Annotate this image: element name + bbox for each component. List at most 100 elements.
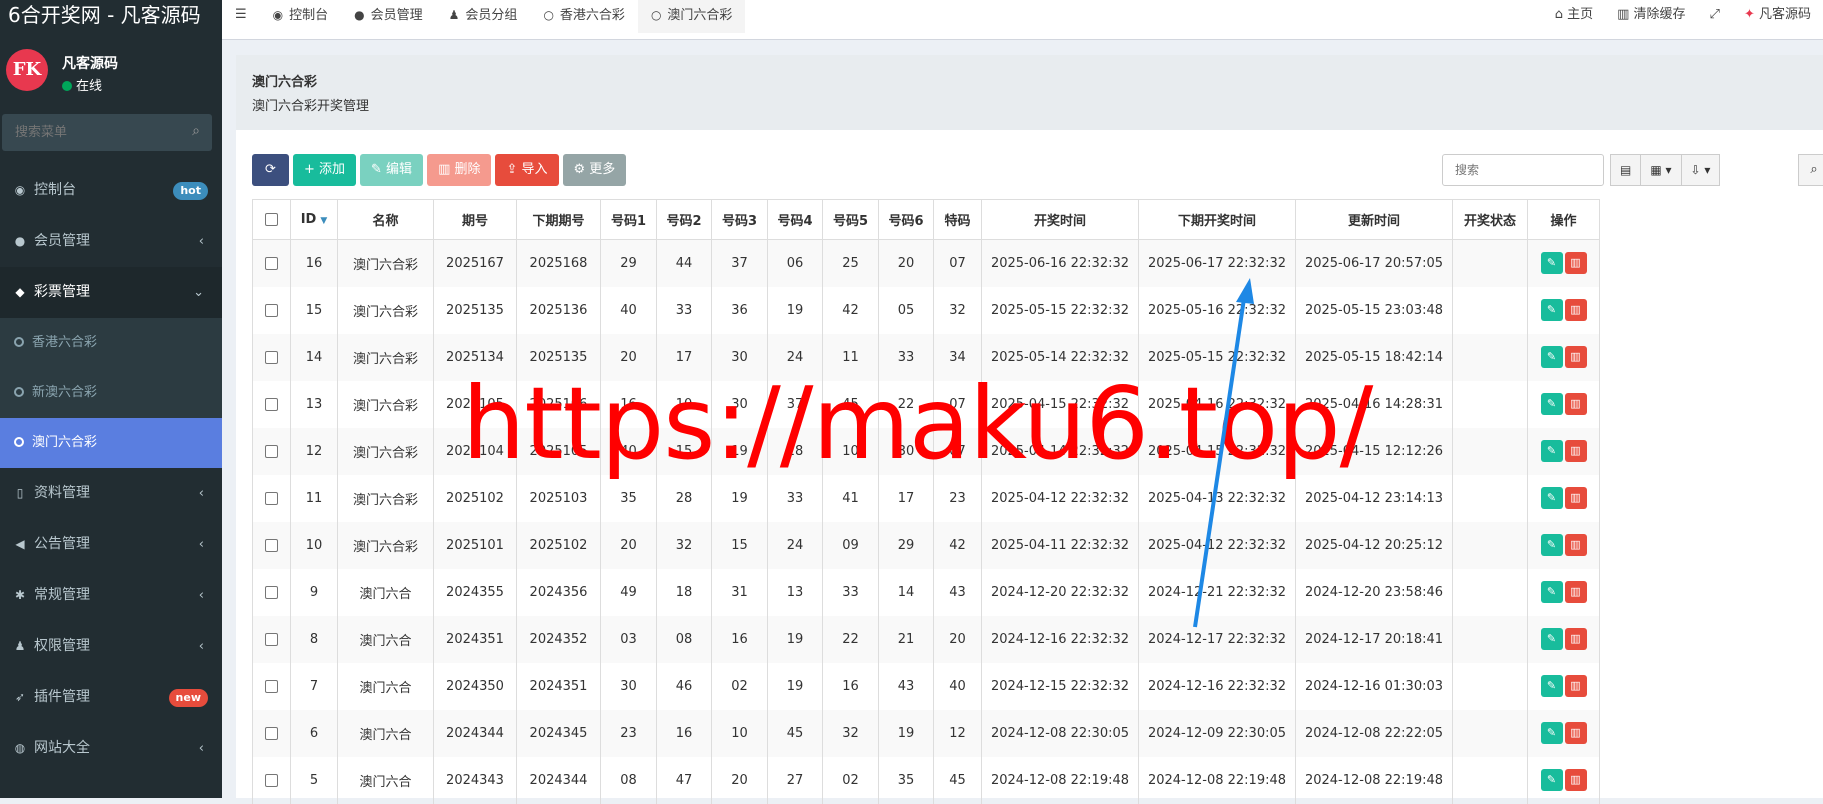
table-cell: 2025-05-16 22:32:32 [1138,286,1296,334]
row-delete-button[interactable]: ▥ [1564,487,1587,509]
table-search-input[interactable] [1443,155,1603,185]
row-delete-button[interactable]: ▥ [1564,769,1587,791]
column-header[interactable]: 下期期号 [516,199,601,240]
sidebar-item-6[interactable]: ♟ 权限管理 ‹ [0,621,222,672]
select-all-checkbox[interactable] [265,213,278,226]
row-checkbox[interactable] [265,726,278,740]
row-delete-button[interactable]: ▥ [1564,534,1587,556]
sidebar-item-7[interactable]: ➶ 插件管理 new [0,672,222,723]
table-cell: 2025105 [433,380,517,428]
row-edit-button[interactable]: ✎ [1540,393,1563,415]
row-edit-button[interactable]: ✎ [1540,487,1563,509]
advanced-search-button[interactable]: ⌕ [1798,154,1823,186]
toggle-view-button[interactable]: ▤ [1610,154,1642,186]
row-delete-button[interactable]: ▥ [1564,440,1587,462]
topnav-right-2[interactable]: ⤢ [1698,0,1732,33]
topnav-right-0[interactable]: ⌂ 主页 [1543,0,1605,33]
column-header[interactable]: 操作 [1527,199,1600,240]
submenu-item-0[interactable]: 香港六合彩 [0,318,222,368]
row-delete-button[interactable]: ▥ [1564,252,1587,275]
row-checkbox[interactable] [265,256,278,270]
sidebar-item-0[interactable]: ◉ 控制台 hot [0,165,222,216]
tab-1[interactable]: ● 会员管理 [341,0,436,33]
column-header[interactable]: ID ▼ [290,199,338,240]
topnav-right-1[interactable]: ▥ 清除缓存 [1605,0,1697,33]
submenu-item-2[interactable]: 澳门六合彩 [0,418,222,468]
row-checkbox[interactable] [265,632,278,646]
column-header[interactable]: 号码4 [767,199,823,240]
app-brand[interactable]: 6合开奖网 - 凡客源码 [0,0,222,33]
column-header[interactable]: 特码 [933,199,982,240]
tab-4[interactable]: ○ 澳门六合彩 [637,0,746,33]
row-edit-button[interactable]: ✎ [1540,346,1563,368]
row-checkbox[interactable] [265,491,278,505]
row-checkbox[interactable] [265,350,278,364]
column-header[interactable]: 号码1 [600,199,657,240]
column-header[interactable]: 期号 [433,199,517,240]
row-edit-button[interactable]: ✎ [1540,440,1563,462]
column-header-label: 号码4 [777,214,813,229]
row-edit-button[interactable]: ✎ [1540,675,1563,697]
sidebar-item-4[interactable]: ◀ 公告管理 ‹ [0,519,222,570]
row-delete-button[interactable]: ▥ [1564,299,1587,321]
export-dropdown-button[interactable]: ⇩ ▾ [1680,154,1721,186]
tab-3[interactable]: ○ 香港六合彩 [530,0,638,33]
refresh-button[interactable]: ⟳ [252,154,289,186]
column-header[interactable]: 号码6 [878,199,934,240]
delete-button[interactable]: ▥ 删除 [427,154,492,186]
column-header[interactable]: 开奖状态 [1452,199,1528,240]
row-edit-button[interactable]: ✎ [1540,581,1563,603]
row-delete-button[interactable]: ▥ [1564,722,1587,744]
home-icon: ⌂ [1554,7,1568,22]
tab-2[interactable]: ♟ 会员分组 [436,0,531,33]
sidebar-item-2[interactable]: ◆ 彩票管理 ⌄ [0,267,222,318]
row-delete-button[interactable]: ▥ [1564,581,1587,603]
tab-0[interactable]: ◉ 控制台 [260,0,342,33]
sidebar-item-5[interactable]: ✱ 常规管理 ‹ [0,570,222,621]
row-edit-button[interactable]: ✎ [1540,628,1563,650]
row-delete-button[interactable]: ▥ [1564,628,1587,650]
lottery-table: ID ▼ 名称 期号 下期期号 号码1 号码2 号码3 号码4 号码5 号码6 特码 开奖时间 下期开奖时… [252,199,1600,804]
row-edit-button[interactable]: ✎ [1540,722,1563,744]
sidebar-item-1[interactable]: ● 会员管理 ‹ [0,216,222,267]
column-header[interactable]: 号码5 [822,199,879,240]
row-checkbox[interactable] [265,303,278,317]
row-delete-button[interactable]: ▥ [1564,346,1587,368]
circle-icon: ○ [543,8,554,22]
row-checkbox[interactable] [265,679,278,693]
columns-dropdown-button[interactable]: ▦ ▾ [1640,154,1682,186]
submenu-item-1[interactable]: 新澳六合彩 [0,368,222,418]
row-edit-button[interactable]: ✎ [1540,769,1563,791]
column-header[interactable]: 号码3 [711,199,768,240]
column-header[interactable]: 下期开奖时间 [1138,199,1296,240]
row-checkbox[interactable] [265,397,278,411]
column-header[interactable]: 号码2 [656,199,712,240]
row-delete-button[interactable]: ▥ [1564,675,1587,697]
edit-button[interactable]: ✎ 编辑 [360,154,424,186]
row-checkbox[interactable] [265,444,278,458]
column-header[interactable]: 更新时间 [1295,199,1453,240]
search-icon[interactable]: ⌕ [192,123,200,139]
sidebar-item-8[interactable]: ◍ 网站大全 ‹ [0,723,222,774]
column-header[interactable]: 开奖时间 [981,199,1139,240]
sort-desc-icon[interactable]: ▼ [320,216,327,226]
row-edit-button[interactable]: ✎ [1540,299,1563,321]
row-edit-button[interactable]: ✎ [1540,534,1563,556]
menu-toggle-icon[interactable]: ☰ [222,0,260,33]
row-delete-button[interactable]: ▥ [1564,393,1587,415]
actions-cell: ✎ ▥ [1527,615,1600,663]
menu-search-input[interactable] [2,114,212,151]
table-cell: 8 [290,615,338,663]
import-button[interactable]: ⇪ 导入 [495,154,559,186]
row-checkbox-cell [252,568,291,616]
row-edit-button[interactable]: ✎ [1540,252,1563,275]
row-checkbox[interactable] [265,538,278,552]
table-cell: 13 [290,380,338,428]
sidebar-item-3[interactable]: ▯ 资料管理 ‹ [0,468,222,519]
column-header[interactable]: 名称 [337,199,434,240]
row-checkbox[interactable] [265,773,278,787]
topnav-right-3[interactable]: ✦ 凡客源码 [1732,0,1823,33]
more-button[interactable]: ⚙ 更多 [562,154,627,186]
row-checkbox[interactable] [265,585,278,599]
add-button[interactable]: + 添加 [293,154,357,186]
